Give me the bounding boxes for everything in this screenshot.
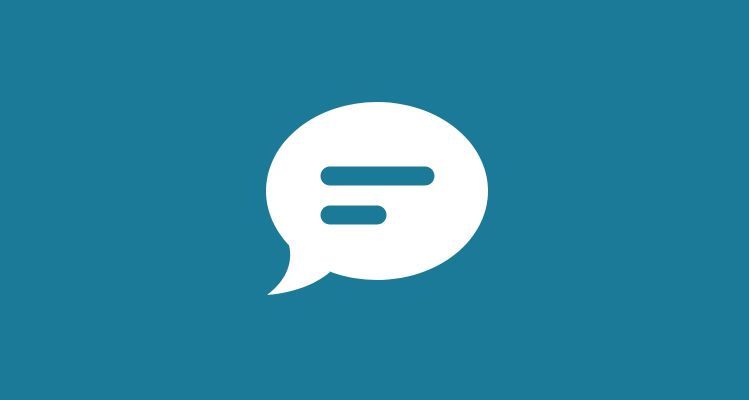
speech-bubble-icon: [0, 0, 749, 400]
speech-bubble-shape: [266, 102, 488, 295]
icon-canvas: [0, 0, 749, 400]
